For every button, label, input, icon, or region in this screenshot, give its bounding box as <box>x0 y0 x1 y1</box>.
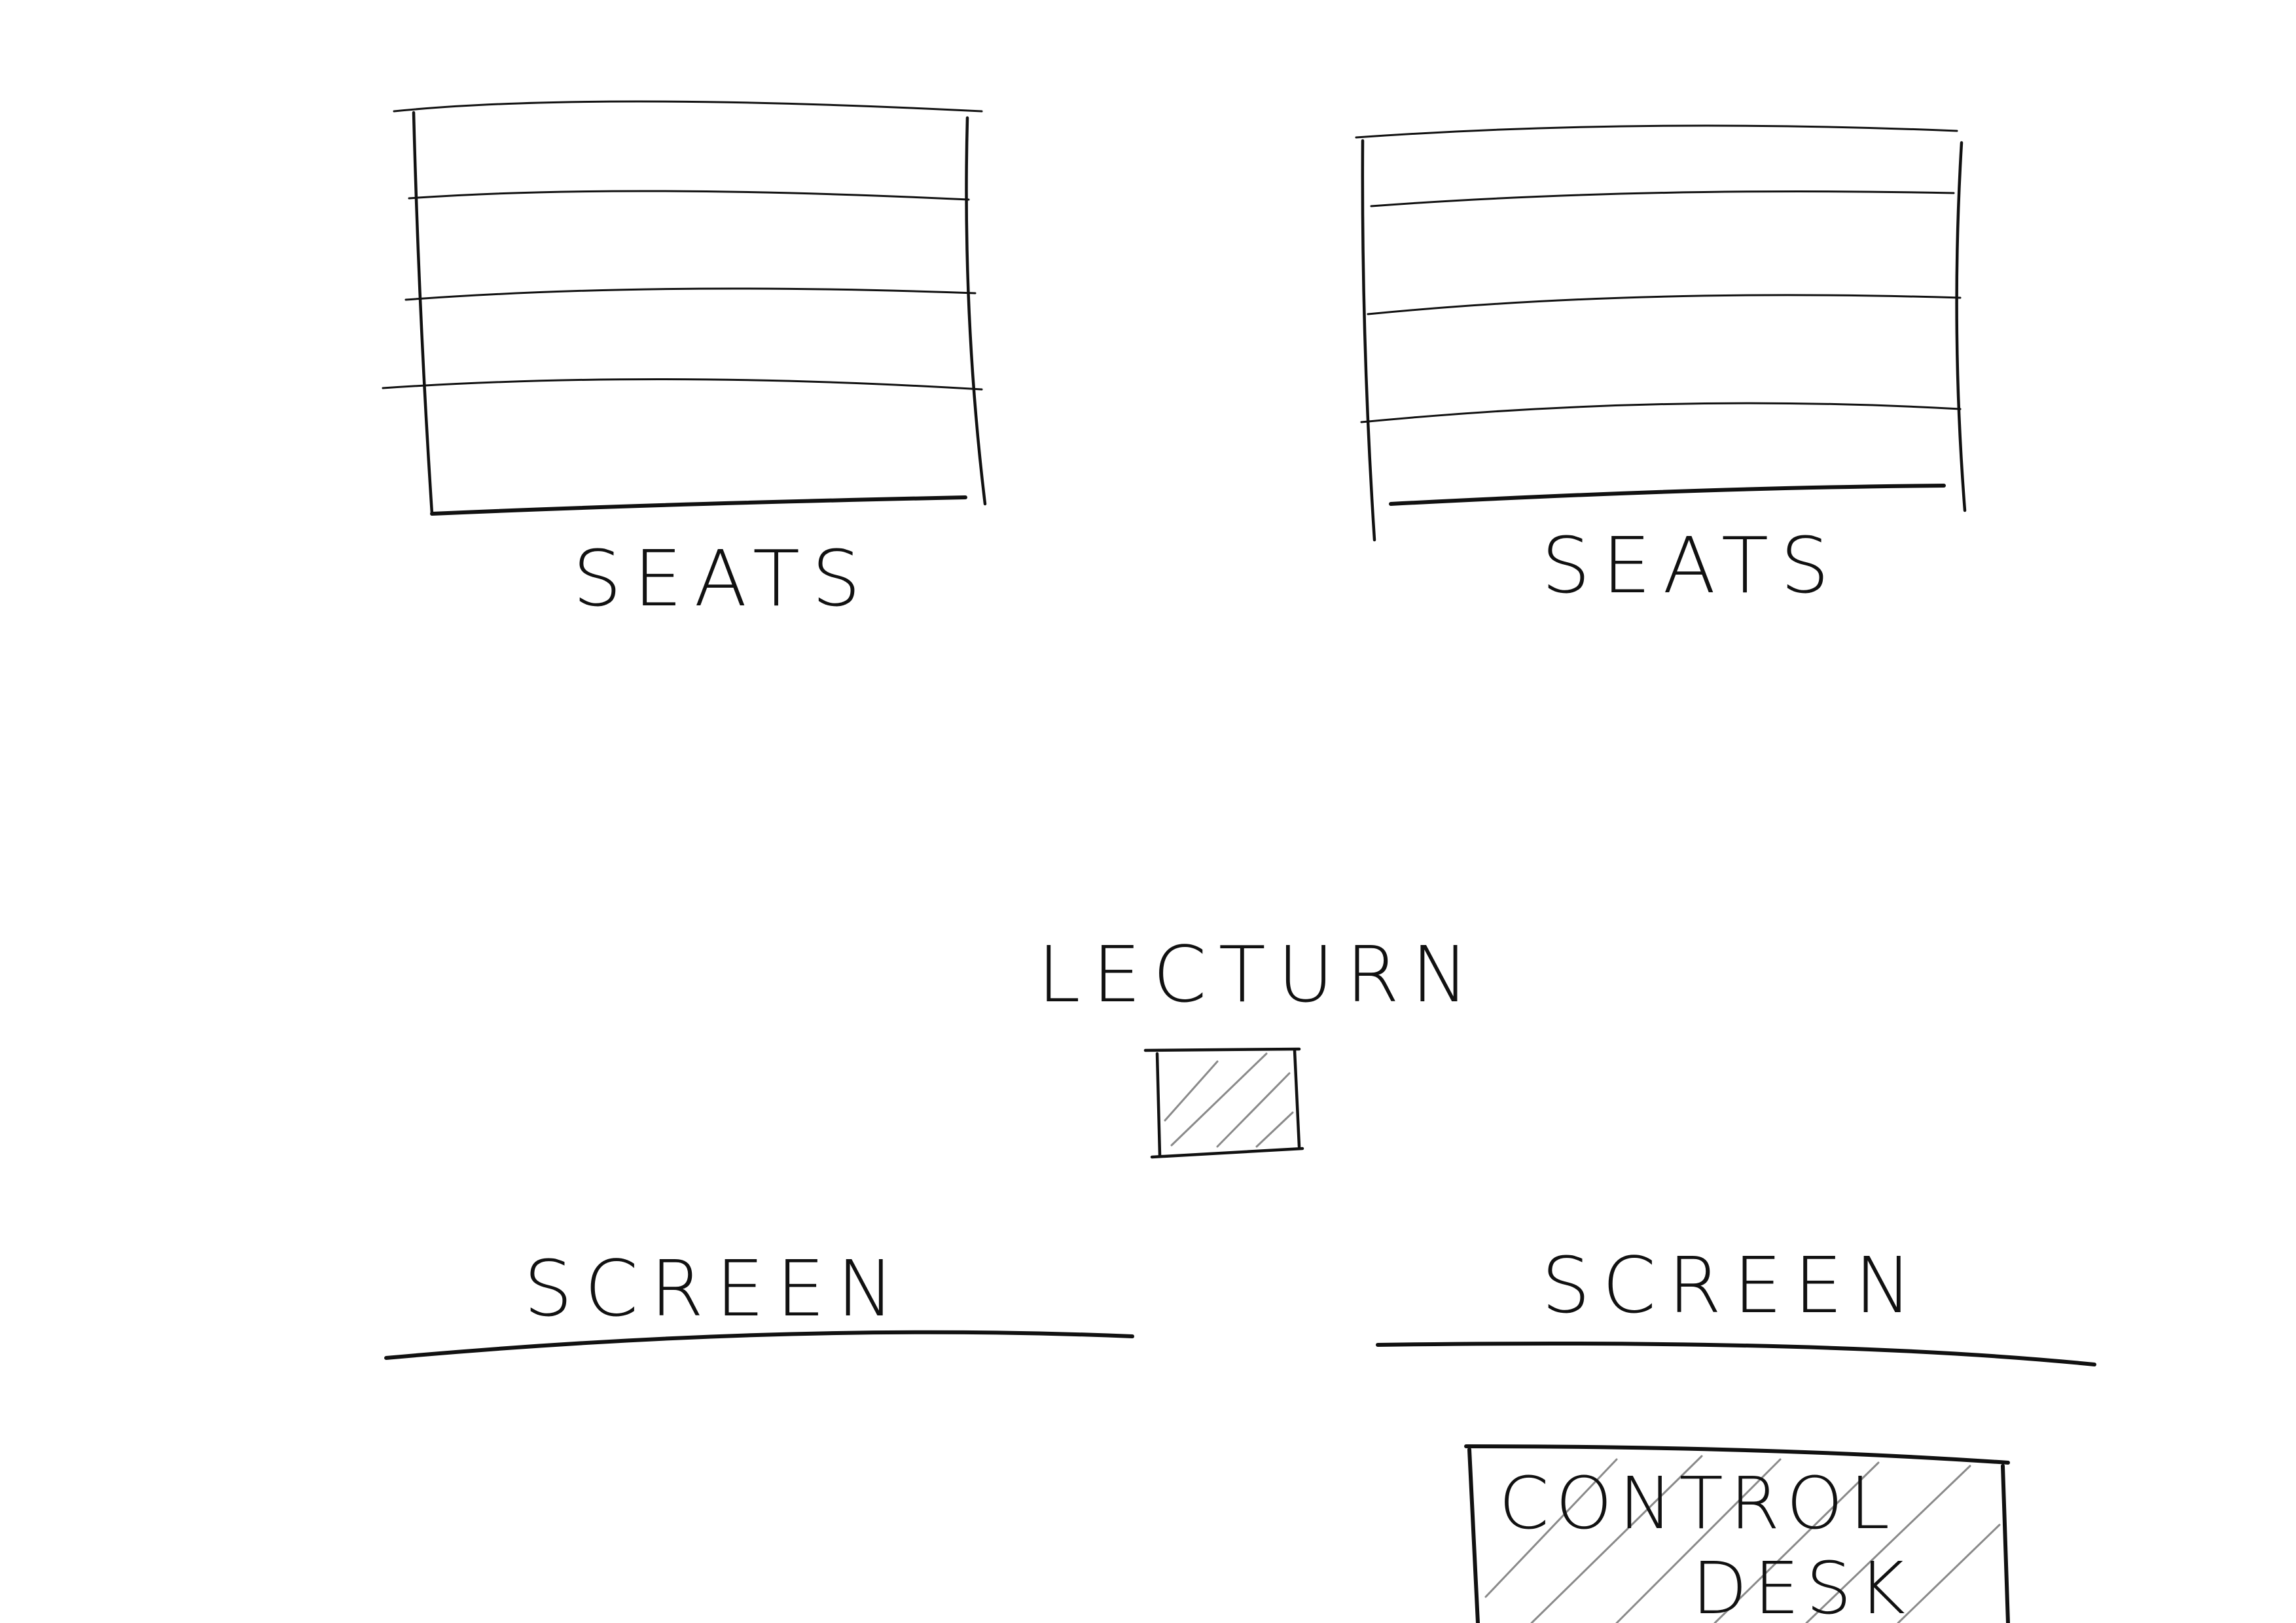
screen-right-line <box>1376 1342 2096 1366</box>
control-desk-label-line2: DESK <box>1692 1546 1912 1623</box>
seats-left-label: SEATS <box>573 533 872 624</box>
screen-right-label: SCREEN <box>1541 1240 1924 1330</box>
screen-left-label: SCREEN <box>524 1243 906 1334</box>
control-desk-label-line1: CONTROL <box>1499 1461 1896 1545</box>
seats-right-block <box>1355 124 1967 542</box>
lectern-label: LECTURN <box>1037 929 1480 1020</box>
seats-left-block <box>382 100 987 516</box>
seats-right-label: SEATS <box>1541 520 1841 611</box>
screen-left-line <box>384 1330 1134 1360</box>
room-layout-sketch: SEATS SEATS LECTURN SCREEN SCREEN CONTRO… <box>382 100 2096 1623</box>
lectern-box <box>1143 1047 1304 1159</box>
